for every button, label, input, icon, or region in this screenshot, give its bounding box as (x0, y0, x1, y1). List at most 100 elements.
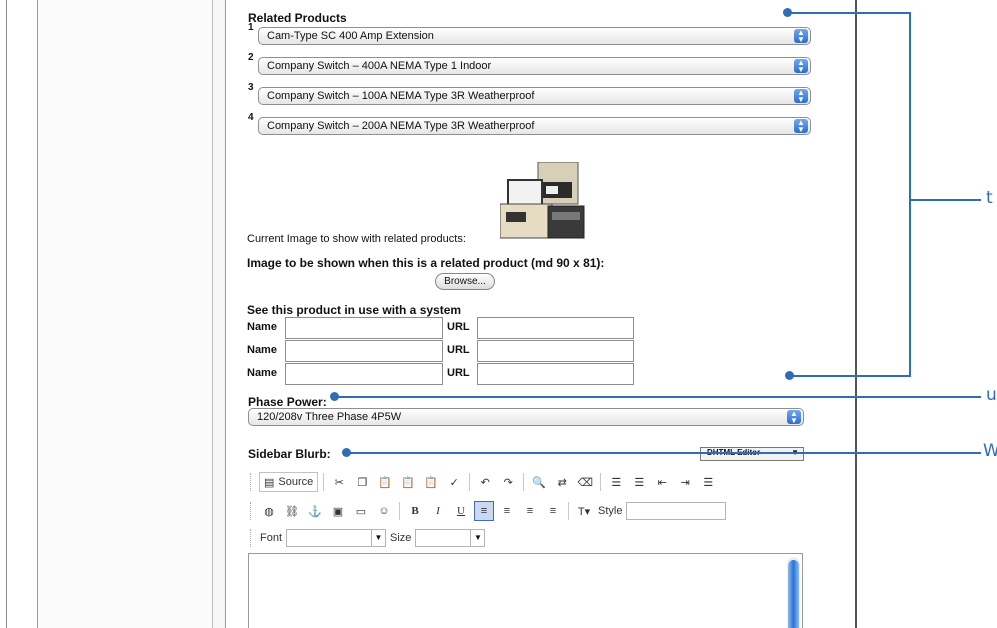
select-arrows-icon: ▲ ▼ (794, 89, 808, 104)
related-product-thumbnail (500, 162, 585, 239)
numbered-list-icon[interactable]: ☰ (606, 472, 626, 492)
chevron-down-icon: ▼ (470, 530, 484, 546)
outdent-icon[interactable]: ⇤ (652, 472, 672, 492)
remove-format-icon[interactable]: ⌫ (575, 472, 595, 492)
chevron-down-icon: ▼ (371, 530, 385, 546)
toolbar-separator (523, 473, 525, 491)
align-center-icon[interactable]: ≡ (497, 501, 517, 521)
bold-icon[interactable]: B (405, 501, 425, 521)
toolbar-separator (568, 502, 569, 520)
toolbar-separator (600, 473, 602, 491)
current-image-label: Current Image to show with related produ… (247, 233, 466, 245)
callout-line-u (335, 396, 981, 398)
system-name-input-1[interactable] (285, 317, 443, 339)
system-url-input-1[interactable] (477, 317, 634, 339)
related-product-select-2[interactable]: Company Switch – 400A NEMA Type 1 Indoor… (258, 57, 811, 75)
source-icon: ▤ (264, 476, 275, 489)
phase-power-value: 120/208v Three Phase 4P5W (257, 411, 402, 423)
text-color-icon[interactable]: T▾ (574, 501, 594, 521)
callout-bracket-t (909, 12, 911, 377)
phase-power-title: Phase Power: (248, 395, 327, 409)
style-dropdown[interactable] (626, 502, 727, 520)
related-product-value-1: Cam-Type SC 400 Amp Extension (267, 30, 434, 42)
spellcheck-icon[interactable]: ✓ (444, 472, 464, 492)
name-label-1: Name (247, 321, 277, 333)
related-number-1: 1 (248, 22, 254, 33)
select-arrows-icon: ▲ ▼ (787, 410, 801, 425)
editor-toolbar-row-1: ▤ Source ✂ ❐ 📋 📋 📋 ✓ ↶ ↷ 🔍 ⇄ ⌫ ☰ ☰ ⇤ ⇥ ☰ (250, 468, 718, 496)
find-icon[interactable]: 🔍 (529, 472, 549, 492)
sidebar-blurb-title: Sidebar Blurb: (248, 447, 331, 461)
select-arrows-icon: ▲ ▼ (794, 119, 808, 134)
bulleted-list-icon[interactable]: ☰ (629, 472, 649, 492)
toolbar-grip (250, 473, 253, 491)
system-url-input-3[interactable] (477, 363, 634, 385)
unlink-icon[interactable]: ⛓ (282, 501, 302, 521)
name-label-3: Name (247, 367, 277, 379)
style-label: Style (598, 505, 623, 517)
cut-icon[interactable]: ✂ (329, 472, 349, 492)
related-product-value-2: Company Switch – 400A NEMA Type 1 Indoor (267, 60, 492, 72)
size-label: Size (390, 532, 412, 544)
copy-icon[interactable]: ❐ (352, 472, 372, 492)
size-dropdown[interactable]: ▼ (415, 529, 486, 547)
left-sidebar (37, 0, 215, 628)
callout-label-u: u (986, 385, 997, 405)
underline-icon[interactable]: U (451, 501, 471, 521)
editor-toolbar-row-3: Font ▼ Size ▼ (250, 524, 486, 552)
system-usage-title: See this product in use with a system (247, 303, 462, 317)
image-icon[interactable]: ▣ (328, 501, 348, 521)
system-url-input-2[interactable] (477, 340, 634, 362)
editor-toolbar-row-2: ◍ ⛓ ⚓ ▣ ▭ ☺ B I U ≡ ≡ ≡ ≡ T▾ Style (250, 497, 727, 525)
related-number-3: 3 (248, 82, 254, 93)
related-product-value-3: Company Switch – 100A NEMA Type 3R Weath… (267, 90, 535, 102)
related-number-2: 2 (248, 52, 254, 63)
blockquote-icon[interactable]: ☰ (698, 472, 718, 492)
toolbar-separator (323, 473, 325, 491)
related-product-select-4[interactable]: Company Switch – 200A NEMA Type 3R Weath… (258, 117, 811, 135)
related-product-select-3[interactable]: Company Switch – 100A NEMA Type 3R Weath… (258, 87, 811, 105)
sidebar-gutter (212, 0, 226, 628)
editor-scroll-thumb[interactable] (788, 560, 799, 628)
callout-label-t: t (986, 188, 993, 208)
url-label-2: URL (447, 344, 470, 356)
toolbar-separator (469, 473, 471, 491)
system-name-input-3[interactable] (285, 363, 443, 385)
editor-type-select[interactable]: DHTML Editor ▼ (700, 447, 804, 461)
callout-line-t (911, 199, 981, 201)
source-button[interactable]: ▤ Source (259, 472, 319, 492)
align-left-icon[interactable]: ≡ (474, 501, 494, 521)
anchor-icon[interactable]: ⚓ (305, 501, 325, 521)
paste-word-icon[interactable]: 📋 (421, 472, 441, 492)
justify-icon[interactable]: ≡ (543, 501, 563, 521)
browse-button[interactable]: Browse... (435, 273, 495, 290)
smiley-icon[interactable]: ☺ (374, 501, 394, 521)
name-label-2: Name (247, 344, 277, 356)
align-right-icon[interactable]: ≡ (520, 501, 540, 521)
sidebar-blurb-editor[interactable] (248, 553, 803, 628)
window-edge (6, 0, 7, 628)
select-arrows-icon: ▲ ▼ (794, 29, 808, 44)
toolbar-separator (399, 502, 400, 520)
undo-icon[interactable]: ↶ (475, 472, 495, 492)
phase-power-select[interactable]: 120/208v Three Phase 4P5W ▲ ▼ (248, 408, 804, 426)
related-product-value-4: Company Switch – 200A NEMA Type 3R Weath… (267, 120, 535, 132)
indent-icon[interactable]: ⇥ (675, 472, 695, 492)
globe-icon[interactable]: ◍ (259, 501, 279, 521)
url-label-3: URL (447, 367, 470, 379)
redo-icon[interactable]: ↷ (498, 472, 518, 492)
url-label-1: URL (447, 321, 470, 333)
font-dropdown[interactable]: ▼ (286, 529, 387, 547)
callout-label-w: W (983, 441, 997, 461)
font-label: Font (260, 532, 283, 544)
callout-line-w (347, 452, 981, 454)
system-name-input-2[interactable] (285, 340, 443, 362)
table-icon[interactable]: ▭ (351, 501, 371, 521)
image-upload-label: Image to be shown when this is a related… (247, 256, 605, 270)
replace-icon[interactable]: ⇄ (552, 472, 572, 492)
paste-icon[interactable]: 📋 (375, 472, 395, 492)
paste-text-icon[interactable]: 📋 (398, 472, 418, 492)
related-number-4: 4 (248, 112, 254, 123)
related-product-select-1[interactable]: Cam-Type SC 400 Amp Extension ▲ ▼ (258, 27, 811, 45)
italic-icon[interactable]: I (428, 501, 448, 521)
